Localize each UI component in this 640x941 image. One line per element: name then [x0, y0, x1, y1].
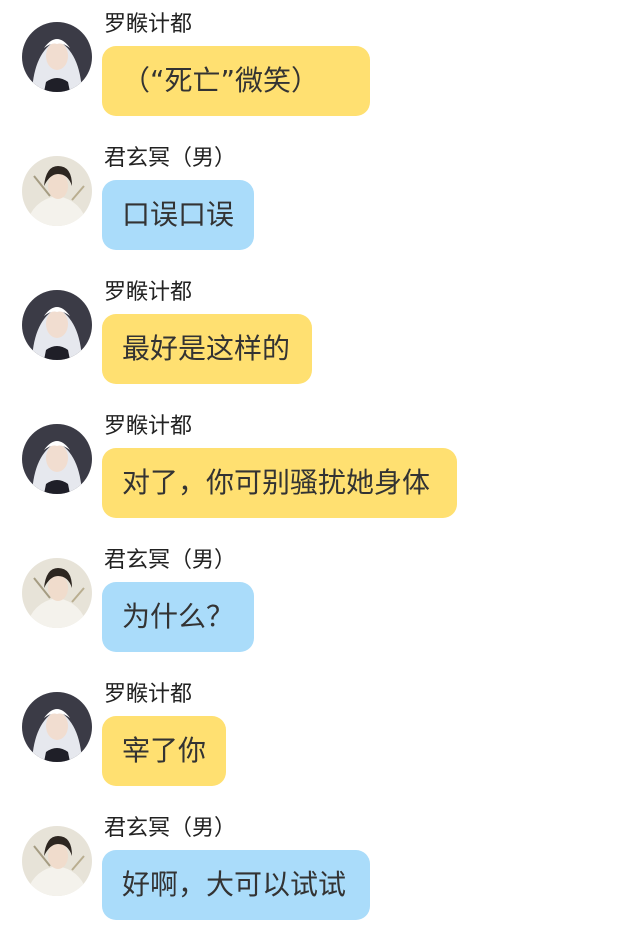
white-haired-character-avatar-icon: [22, 290, 92, 360]
message-bubble[interactable]: 宰了你: [102, 716, 226, 786]
sender-name: 罗睺计都: [104, 12, 193, 37]
avatar[interactable]: [22, 826, 92, 896]
chat-log: 罗睺计都 （“死亡”微笑） 君玄冥（男） 口误口误 罗睺计都 最好是这样的 罗睺…: [0, 0, 640, 941]
dark-haired-character-avatar-icon: [22, 156, 92, 226]
chat-message: 罗睺计都 对了，你可别骚扰她身体: [22, 412, 622, 522]
message-bubble[interactable]: （“死亡”微笑）: [102, 46, 370, 116]
avatar[interactable]: [22, 558, 92, 628]
chat-message: 罗睺计都 宰了你: [22, 680, 622, 790]
dark-haired-character-avatar-icon: [22, 558, 92, 628]
chat-message: 罗睺计都 （“死亡”微笑）: [22, 10, 622, 120]
message-bubble[interactable]: 最好是这样的: [102, 314, 312, 384]
sender-name: 君玄冥（男）: [104, 146, 237, 171]
chat-message: 君玄冥（男） 口误口误: [22, 144, 622, 254]
message-bubble[interactable]: 好啊，大可以试试: [102, 850, 370, 920]
avatar[interactable]: [22, 156, 92, 226]
sender-name: 罗睺计都: [104, 682, 193, 707]
avatar[interactable]: [22, 22, 92, 92]
message-bubble[interactable]: 为什么？: [102, 582, 254, 652]
avatar[interactable]: [22, 290, 92, 360]
sender-name: 罗睺计都: [104, 414, 193, 439]
message-bubble[interactable]: 对了，你可别骚扰她身体: [102, 448, 457, 518]
white-haired-character-avatar-icon: [22, 22, 92, 92]
avatar[interactable]: [22, 424, 92, 494]
white-haired-character-avatar-icon: [22, 692, 92, 762]
chat-message: 君玄冥（男） 好啊，大可以试试: [22, 814, 622, 924]
avatar[interactable]: [22, 692, 92, 762]
sender-name: 君玄冥（男）: [104, 548, 237, 573]
dark-haired-character-avatar-icon: [22, 826, 92, 896]
sender-name: 罗睺计都: [104, 280, 193, 305]
chat-message: 君玄冥（男） 为什么？: [22, 546, 622, 656]
chat-message: 罗睺计都 最好是这样的: [22, 278, 622, 388]
sender-name: 君玄冥（男）: [104, 816, 237, 841]
message-bubble[interactable]: 口误口误: [102, 180, 254, 250]
white-haired-character-avatar-icon: [22, 424, 92, 494]
